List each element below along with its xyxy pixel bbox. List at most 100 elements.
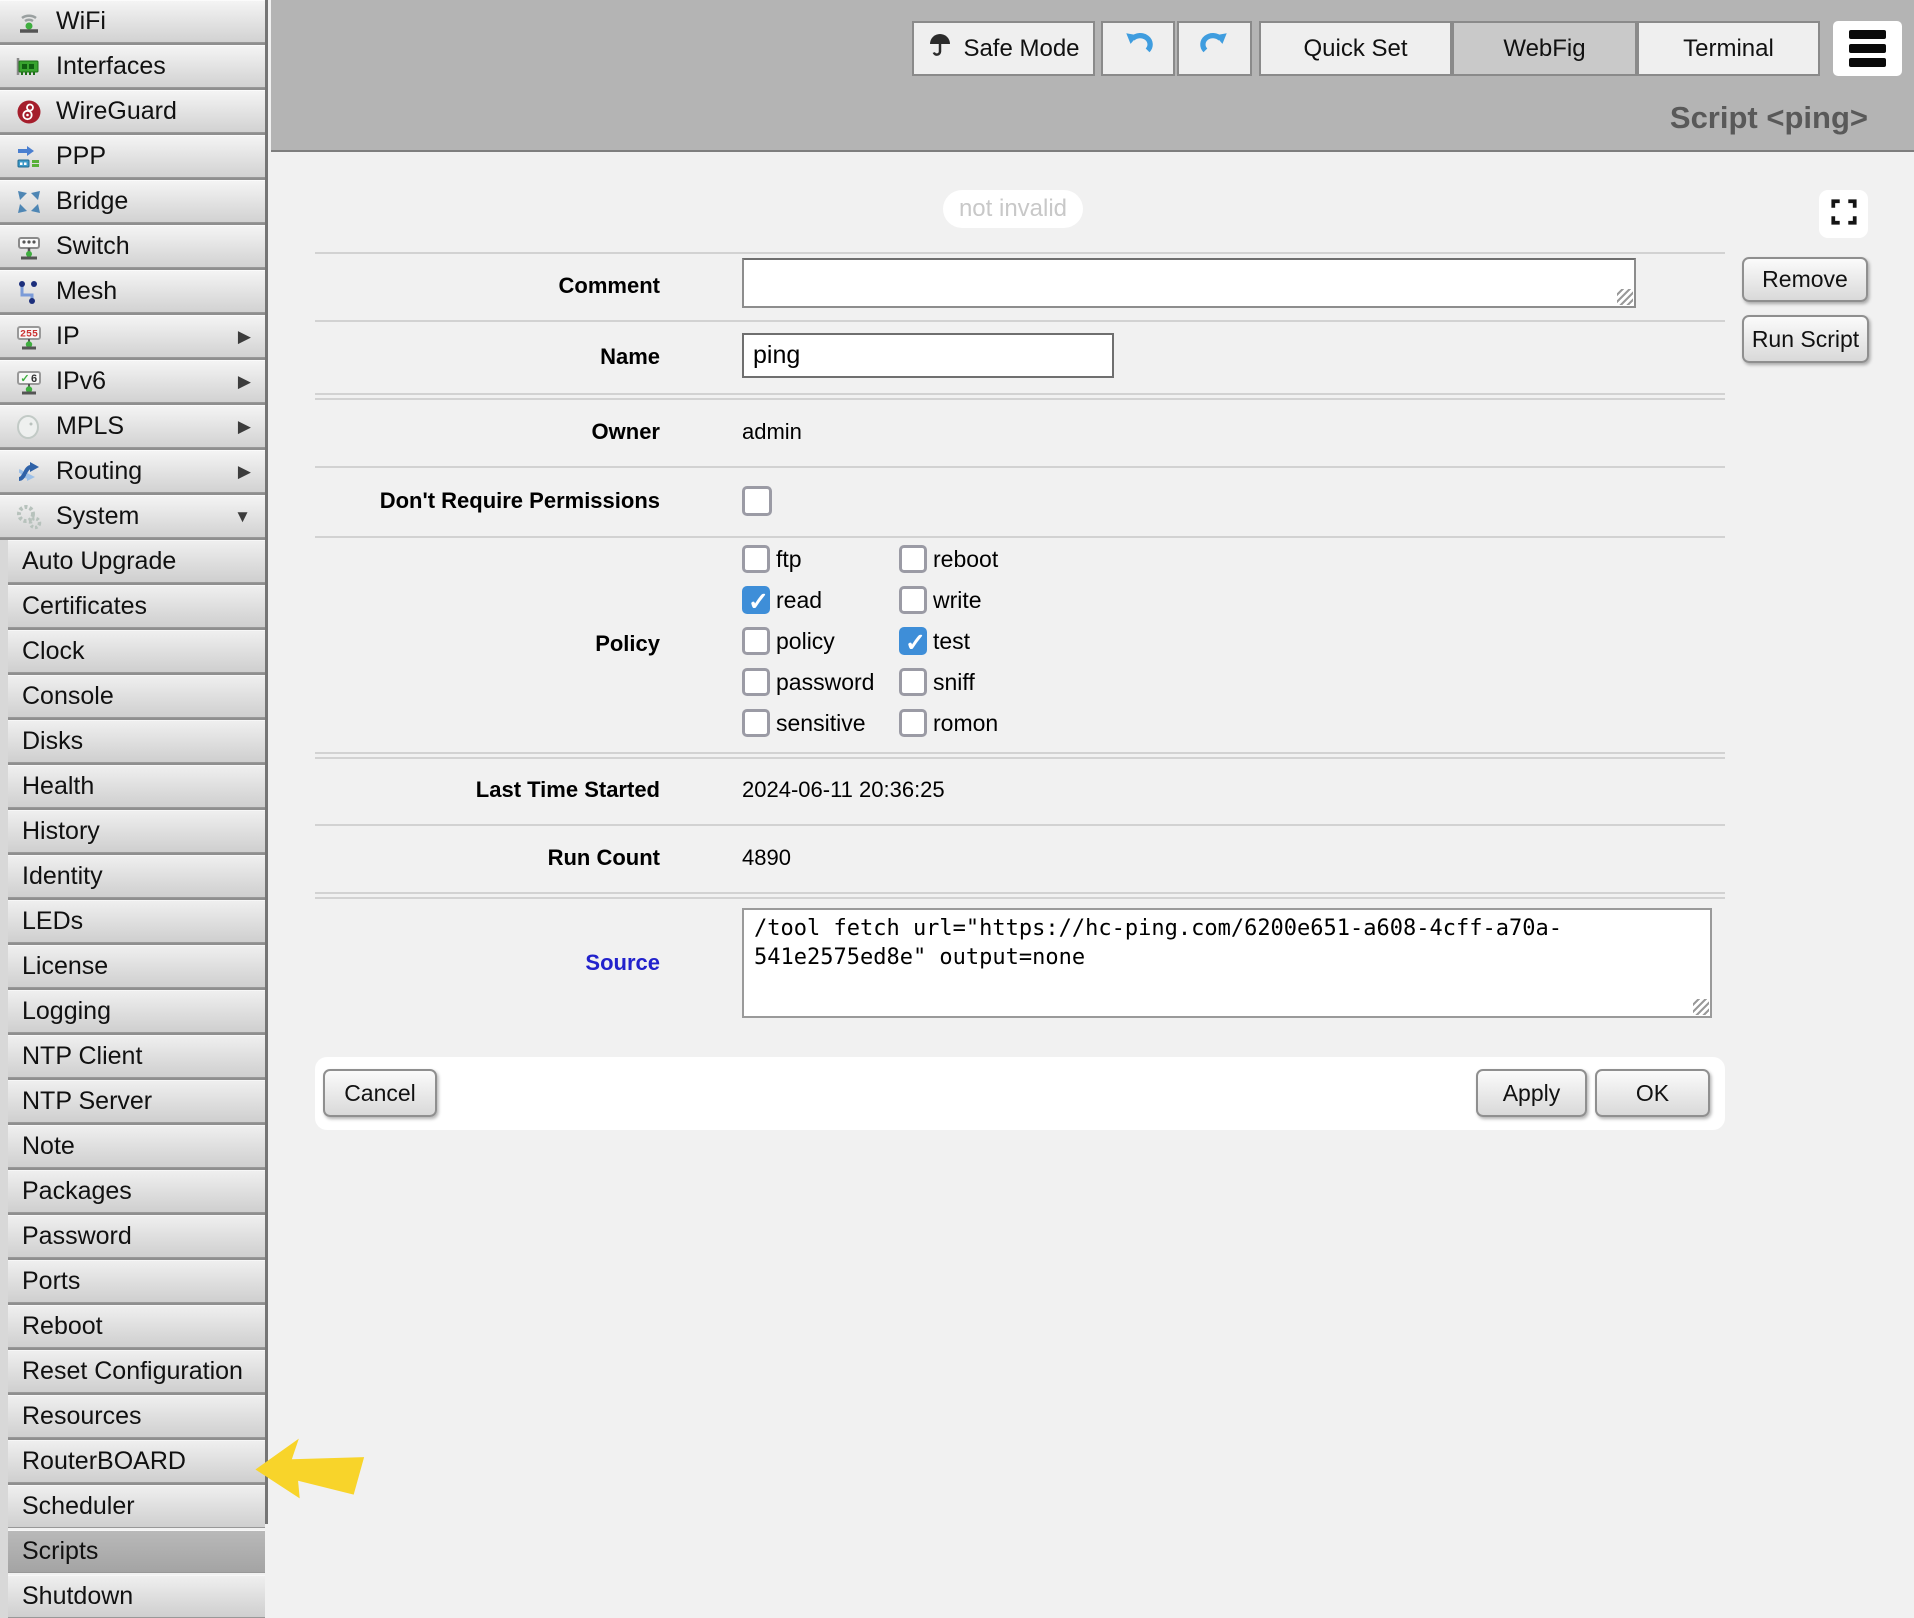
policy-checkbox-test[interactable] (899, 627, 927, 655)
last-time-started-label: Last Time Started (280, 777, 660, 803)
sidebar-item-ports[interactable]: Ports (8, 1260, 265, 1303)
sidebar-item-routerboard[interactable]: RouterBOARD (8, 1440, 265, 1483)
divider (315, 393, 1725, 395)
policy-checkbox-sensitive[interactable] (742, 709, 770, 737)
sidebar-item-logging[interactable]: Logging (8, 990, 265, 1033)
sidebar-item-shutdown[interactable]: Shutdown (8, 1575, 265, 1618)
source-label: Source (280, 950, 660, 976)
dont-require-permissions-checkbox[interactable] (742, 486, 772, 516)
sidebar-item-identity[interactable]: Identity (8, 855, 265, 898)
apply-button[interactable]: Apply (1476, 1069, 1587, 1117)
divider (315, 320, 1725, 322)
sidebar-item-password[interactable]: Password (8, 1215, 265, 1258)
fullscreen-icon (1829, 197, 1859, 232)
divider (315, 398, 1725, 400)
redo-icon (1199, 29, 1231, 68)
sidebar-item-history[interactable]: History (8, 810, 265, 853)
policy-checkbox-ftp[interactable] (742, 545, 770, 573)
sidebar-item-label: IPv6 (56, 367, 106, 396)
sidebar-item-routing[interactable]: Routing ▶ (0, 450, 265, 493)
comment-input[interactable] (742, 258, 1636, 308)
sidebar-item-ntp-client[interactable]: NTP Client (8, 1035, 265, 1078)
ipv6-icon: ✓6 (14, 367, 44, 397)
sidebar-item-license[interactable]: License (8, 945, 265, 988)
sidebar-item-packages[interactable]: Packages (8, 1170, 265, 1213)
redo-button[interactable] (1177, 21, 1252, 76)
remove-button[interactable]: Remove (1742, 257, 1868, 302)
ip-icon: 255 (14, 322, 44, 352)
run-script-button[interactable]: Run Script (1742, 315, 1869, 363)
policy-checkbox-password[interactable] (742, 668, 770, 696)
sidebar-item-mesh[interactable]: Mesh (0, 270, 265, 313)
ok-button[interactable]: OK (1595, 1069, 1710, 1117)
sidebar-item-reset-configuration[interactable]: Reset Configuration (8, 1350, 265, 1393)
sidebar-item-console[interactable]: Console (8, 675, 265, 718)
sidebar-item-scripts[interactable]: Scripts (8, 1530, 265, 1573)
sidebar-item-ntp-server[interactable]: NTP Server (8, 1080, 265, 1123)
divider (315, 892, 1725, 894)
owner-value: admin (742, 419, 802, 445)
fullscreen-button[interactable] (1819, 190, 1868, 238)
sidebar-item-reboot[interactable]: Reboot (8, 1305, 265, 1348)
resize-handle-icon[interactable] (1617, 289, 1633, 305)
sidebar-item-system[interactable]: System ▼ (0, 495, 265, 538)
sidebar-item-scheduler[interactable]: Scheduler (8, 1485, 265, 1528)
submenu-expand-arrow: ▶ (238, 327, 251, 347)
policy-checkbox-write[interactable] (899, 586, 927, 614)
sidebar-item-ip[interactable]: 255 IP ▶ (0, 315, 265, 358)
tab-terminal[interactable]: Terminal (1637, 21, 1820, 76)
svg-text:✓: ✓ (20, 373, 29, 385)
sidebar-item-label: Interfaces (56, 52, 166, 81)
run-count-value: 4890 (742, 845, 791, 871)
sidebar-item-switch[interactable]: Switch (0, 225, 265, 268)
sidebar-item-certificates[interactable]: Certificates (8, 585, 265, 628)
tab-webfig[interactable]: WebFig (1452, 21, 1637, 76)
divider (315, 252, 1725, 254)
mpls-icon (14, 412, 44, 442)
undo-icon (1122, 29, 1154, 68)
sidebar-item-mpls[interactable]: MPLS ▶ (0, 405, 265, 448)
sidebar-item-resources[interactable]: Resources (8, 1395, 265, 1438)
comment-label: Comment (280, 273, 660, 299)
source-input[interactable]: /tool fetch url="https://hc-ping.com/620… (742, 908, 1712, 1018)
submenu-expand-arrow: ▶ (238, 462, 251, 482)
resize-handle-icon[interactable] (1693, 999, 1709, 1015)
policy-checkbox-sniff[interactable] (899, 668, 927, 696)
sidebar-item-clock[interactable]: Clock (8, 630, 265, 673)
bridge-icon (14, 187, 44, 217)
submenu-collapse-arrow: ▼ (234, 507, 251, 527)
tab-quick-set[interactable]: Quick Set (1259, 21, 1452, 76)
system-submenu: Auto Upgrade Certificates Clock Console … (0, 540, 265, 1618)
sidebar-item-ipv6[interactable]: ✓6 IPv6 ▶ (0, 360, 265, 403)
divider (315, 897, 1725, 899)
sidebar-item-note[interactable]: Note (8, 1125, 265, 1168)
ppp-icon (14, 142, 44, 172)
policy-checkbox-read[interactable] (742, 586, 770, 614)
switch-icon (14, 232, 44, 262)
sidebar-item-leds[interactable]: LEDs (8, 900, 265, 943)
submenu-expand-arrow: ▶ (238, 372, 251, 392)
divider (315, 752, 1725, 754)
sidebar-item-label: PPP (56, 142, 106, 171)
cancel-button[interactable]: Cancel (323, 1069, 437, 1117)
sidebar-item-bridge[interactable]: Bridge (0, 180, 265, 223)
policy-checkbox-romon[interactable] (899, 709, 927, 737)
sidebar-item-health[interactable]: Health (8, 765, 265, 808)
sidebar-item-wireguard[interactable]: WireGuard (0, 90, 265, 133)
name-input[interactable] (742, 333, 1114, 378)
sidebar-item-auto-upgrade[interactable]: Auto Upgrade (8, 540, 265, 583)
svg-text:6: 6 (31, 373, 37, 385)
sidebar-item-label: MPLS (56, 412, 124, 441)
mesh-icon (14, 277, 44, 307)
hamburger-menu-button[interactable] (1833, 21, 1902, 76)
sidebar-item-ppp[interactable]: PPP (0, 135, 265, 178)
sidebar-item-interfaces[interactable]: Interfaces (0, 45, 265, 88)
policy-checkbox-reboot[interactable] (899, 545, 927, 573)
wireguard-icon (14, 97, 44, 127)
owner-label: Owner (280, 419, 660, 445)
undo-button[interactable] (1101, 21, 1175, 76)
policy-checkbox-policy[interactable] (742, 627, 770, 655)
safe-mode-button[interactable]: Safe Mode (912, 21, 1095, 76)
sidebar-item-wifi[interactable]: WiFi (0, 0, 265, 43)
sidebar-item-disks[interactable]: Disks (8, 720, 265, 763)
